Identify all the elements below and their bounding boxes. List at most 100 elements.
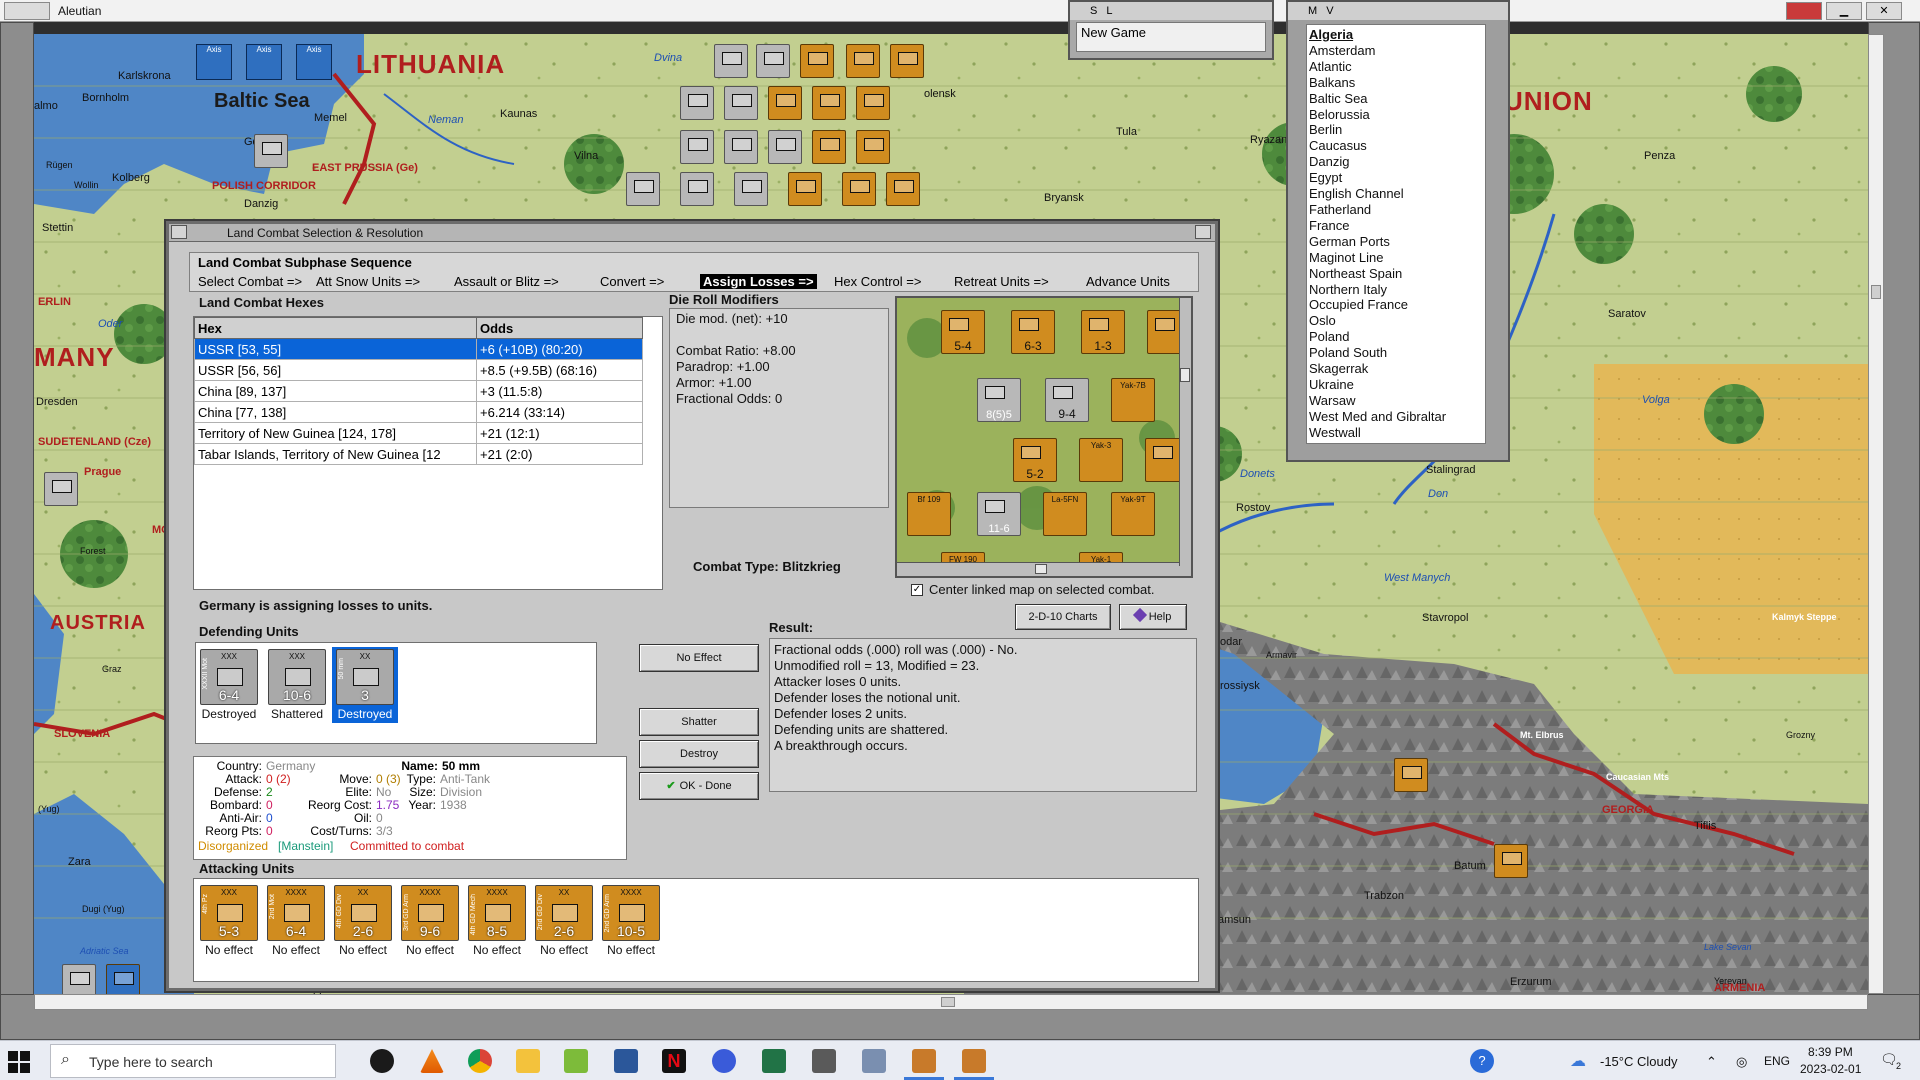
clock-date[interactable]: 2023-02-01 [1800,1062,1861,1076]
attackers-unit-card[interactable]: XX 4th GD Div 2-6 No effect [330,883,396,959]
minimap-hscroll[interactable] [897,562,1191,576]
hex-row[interactable]: Territory of New Guinea [124, 178] +21 (1… [194,422,643,444]
linked-minimap[interactable]: 5-4 6-3 1-3 8(5)5 9-4 Yak-7B 5-2 Yak-3 B… [895,296,1193,578]
minimap-vscroll-thumb[interactable] [1180,368,1190,382]
no-effect-button[interactable]: No Effect [639,644,759,672]
netflix-icon[interactable]: N [662,1049,686,1073]
minimap-counter[interactable]: 9-4 [1045,378,1089,422]
window-menu-button[interactable] [4,2,50,20]
map-counter[interactable] [724,86,758,120]
vertical-scrollbar[interactable] [1868,34,1884,994]
map-counter[interactable] [626,172,660,206]
attackers-unit-card[interactable]: XXX 4th Pz 5-3 No effect [196,883,262,959]
axis-status-1[interactable]: Axis [196,44,232,80]
minimap-counter[interactable]: 5-4 [941,310,985,354]
map-counter[interactable] [800,44,834,78]
map-counter[interactable] [812,130,846,164]
attackers-unit-card[interactable]: XXXX 4th GD Mech 8-5 No effect [464,883,530,959]
minimap-counter[interactable]: 6-3 [1011,310,1055,354]
excel-icon[interactable] [762,1049,786,1073]
map-counter[interactable] [680,130,714,164]
clock-time[interactable]: 8:39 PM [1808,1045,1853,1059]
map-counter[interactable] [856,130,890,164]
map-view-item[interactable]: Atlantic [1309,59,1485,75]
word-icon[interactable] [614,1049,638,1073]
map-view-item[interactable]: Berlin [1309,122,1485,138]
map-counter[interactable] [1394,758,1428,792]
steam-icon[interactable] [370,1049,394,1073]
map-counter[interactable] [886,172,920,206]
map-counter[interactable] [106,964,140,994]
game-icon-1[interactable] [912,1049,936,1073]
map-view-item[interactable]: Oslo [1309,313,1485,329]
weather-text[interactable]: -15°C Cloudy [1600,1054,1677,1069]
ok-done-button[interactable]: ✔ OK - Done [639,772,759,800]
dialog-menu-icon[interactable] [171,225,187,239]
map-view-item[interactable]: France [1309,218,1485,234]
app-icon[interactable] [712,1049,736,1073]
map-counter[interactable] [44,472,78,506]
destroy-button[interactable]: Destroy [639,740,759,768]
minimap-vscroll[interactable] [1179,298,1191,566]
map-view-list[interactable]: Algeria Amsterdam Atlantic Balkans Baltic Se… [1306,24,1486,444]
map-view-item[interactable]: Amsterdam [1309,43,1485,59]
map-view-item[interactable]: Poland [1309,329,1485,345]
map-view-item[interactable]: Westwall [1309,425,1485,441]
map-view-item[interactable]: Algeria [1309,27,1485,43]
taskbar-search-box[interactable]: ⌕ Type here to search [50,1044,336,1078]
map-counter[interactable] [788,172,822,206]
windows-start-icon[interactable] [8,1051,30,1073]
map-counter[interactable] [1494,844,1528,878]
minimap-hscroll-thumb[interactable] [1035,564,1047,574]
map-view-item[interactable]: English Channel [1309,186,1485,202]
game-icon-2[interactable] [962,1049,986,1073]
map-view-item[interactable]: Warsaw [1309,393,1485,409]
map-counter[interactable] [768,86,802,120]
vlc-icon[interactable] [420,1049,444,1073]
window-icon[interactable] [862,1049,886,1073]
map-counter[interactable] [768,130,802,164]
hex-row[interactable]: USSR [56, 56] +8.5 (+9.5B) (68:16) [194,359,643,381]
scenario-value[interactable]: New Game [1076,22,1266,52]
minimap-counter[interactable]: 11-6 [977,492,1021,536]
map-counter[interactable] [846,44,880,78]
help-button[interactable]: Help [1119,604,1187,630]
map-counter[interactable] [714,44,748,78]
hex-row[interactable]: USSR [53, 55] +6 (+10B) (80:20) [194,338,643,360]
minimap-counter[interactable]: 5-2 [1013,438,1057,482]
map-view-item[interactable]: Northern Italy [1309,282,1485,298]
center-map-checkbox[interactable]: ✓ [911,584,923,596]
hex-row[interactable]: China [77, 138] +6.214 (33:14) [194,401,643,423]
map-counter[interactable] [724,130,758,164]
odds-column-header[interactable]: Odds [476,317,643,339]
scroll-thumb-v[interactable] [1871,285,1881,299]
minimap-counter[interactable]: Bf 109 [907,492,951,536]
defenders-unit-card[interactable]: XXX 10-6 Shattered [264,647,330,723]
map-view-item[interactable]: German Ports [1309,234,1485,250]
map-view-item[interactable]: Occupied France [1309,297,1485,313]
attackers-unit-card[interactable]: XX 2nd GD Div 2-6 No effect [531,883,597,959]
map-counter[interactable] [254,134,288,168]
axis-status-3[interactable]: Axis [296,44,332,80]
hex-row[interactable]: China [89, 137] +3 (11.5:8) [194,380,643,402]
map-counter[interactable] [62,964,96,994]
map-counter[interactable] [856,86,890,120]
minimize-button[interactable]: ▁ [1826,2,1862,20]
chevron-up-icon[interactable]: ⌃ [1706,1054,1717,1070]
shatter-button[interactable]: Shatter [639,708,759,736]
map-view-item[interactable]: Northeast Spain [1309,266,1485,282]
map-view-item[interactable]: Maginot Line [1309,250,1485,266]
defenders-unit-card[interactable]: XX 50 mm 3 Destroyed [332,647,398,723]
notepad-plus-icon[interactable] [564,1049,588,1073]
map-counter[interactable] [842,172,876,206]
horizontal-scrollbar[interactable] [34,994,1868,1010]
dialog-close-icon[interactable] [1195,225,1211,239]
map-view-item[interactable]: Baltic Sea [1309,91,1485,107]
close-button[interactable]: ✕ [1866,2,1902,20]
scroll-thumb[interactable] [941,997,955,1007]
minimap-counter[interactable]: Yak-7B [1111,378,1155,422]
attackers-unit-card[interactable]: XXXX 2nd GD Arm 10-5 No effect [598,883,664,959]
file-explorer-icon[interactable] [516,1049,540,1073]
help-tray-icon[interactable]: ? [1470,1049,1494,1073]
map-view-item[interactable]: Egypt [1309,170,1485,186]
